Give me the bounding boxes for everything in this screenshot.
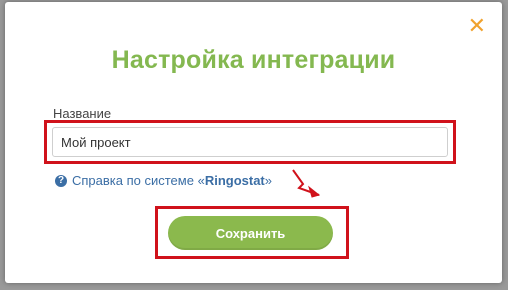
- integration-settings-dialog: ✕ Настройка интеграции Название ? Справк…: [5, 2, 502, 283]
- name-field-label: Название: [53, 106, 112, 121]
- help-link-suffix: »: [264, 173, 272, 188]
- name-input[interactable]: [52, 127, 448, 157]
- close-icon[interactable]: ✕: [468, 16, 486, 38]
- help-link-prefix: Справка по системе «: [72, 173, 205, 188]
- save-button[interactable]: Сохранить: [168, 216, 333, 250]
- help-link-system: Ringostat: [204, 173, 265, 188]
- help-link[interactable]: ? Справка по системе «Ringostat»: [55, 173, 272, 188]
- dialog-title: Настройка интеграции: [111, 46, 396, 74]
- help-icon: ?: [55, 174, 67, 187]
